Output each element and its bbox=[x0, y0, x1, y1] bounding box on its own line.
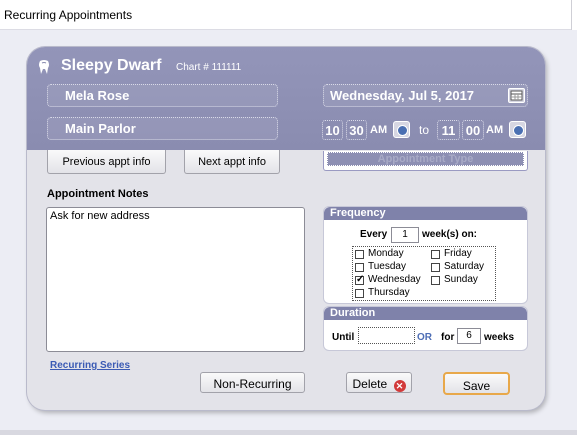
weeks-label: weeks bbox=[484, 332, 515, 343]
tuesday-label: Tuesday bbox=[368, 261, 406, 272]
appointment-type-placeholder: Appointment Type bbox=[327, 152, 524, 166]
non-recurring-label: Non-Recurring bbox=[213, 377, 292, 391]
frequency-title: Frequency bbox=[324, 207, 527, 220]
chart-number: Chart # 111111 bbox=[176, 62, 242, 73]
monday-checkbox[interactable] bbox=[355, 250, 364, 259]
save-button[interactable]: Save bbox=[443, 372, 510, 395]
every-input[interactable]: 1 bbox=[391, 227, 419, 243]
recurring-series-link[interactable]: Recurring Series bbox=[50, 360, 130, 371]
friday-checkbox[interactable] bbox=[431, 250, 440, 259]
notes-title: Appointment Notes bbox=[47, 188, 149, 200]
end-clock-icon[interactable] bbox=[509, 121, 526, 138]
weeks-on-label: week(s) on: bbox=[422, 229, 478, 240]
previous-appt-info-button[interactable]: Previous appt info bbox=[47, 150, 166, 174]
date-value: Wednesday, Jul 5, 2017 bbox=[330, 88, 475, 103]
for-weeks-input[interactable]: 6 bbox=[457, 328, 481, 344]
wednesday-checkbox[interactable] bbox=[355, 274, 364, 285]
friday-label: Friday bbox=[444, 248, 472, 259]
for-label: for bbox=[441, 332, 455, 343]
end-hour-field[interactable]: 11 bbox=[437, 120, 460, 140]
sunday-label: Sunday bbox=[444, 274, 478, 285]
or-label: OR bbox=[417, 332, 432, 343]
date-field[interactable]: Wednesday, Jul 5, 2017 bbox=[323, 84, 528, 107]
delete-x-icon: ✕ bbox=[393, 380, 406, 392]
patient-name: Sleepy Dwarf bbox=[61, 57, 162, 74]
start-minute-field[interactable]: 30 bbox=[346, 120, 367, 140]
delete-label: Delete bbox=[352, 377, 388, 391]
room-field[interactable]: Main Parlor bbox=[47, 117, 278, 140]
end-minute-field[interactable]: 00 bbox=[462, 120, 484, 140]
appointment-card: Sleepy Dwarf Chart # 111111 Mela Rose Ma… bbox=[27, 47, 545, 410]
tooth-icon bbox=[39, 60, 49, 74]
start-hour-field[interactable]: 10 bbox=[322, 120, 343, 140]
start-clock-icon[interactable] bbox=[393, 121, 410, 138]
saturday-checkbox[interactable] bbox=[431, 263, 440, 272]
room-value: Main Parlor bbox=[65, 121, 136, 136]
window-edge bbox=[571, 0, 577, 30]
notes-textarea[interactable]: Ask for new address bbox=[46, 207, 305, 352]
until-date-input[interactable] bbox=[358, 327, 415, 344]
provider-value: Mela Rose bbox=[65, 88, 130, 103]
next-appt-info-button[interactable]: Next appt info bbox=[184, 150, 280, 174]
provider-field[interactable]: Mela Rose bbox=[47, 84, 278, 107]
wednesday-label: Wednesday bbox=[368, 274, 421, 285]
appointment-type-select[interactable]: Appointment Type bbox=[323, 151, 528, 171]
duration-panel: Duration Until OR for 6 weeks bbox=[323, 306, 528, 351]
monday-label: Monday bbox=[368, 248, 404, 259]
duration-title: Duration bbox=[324, 307, 527, 320]
calendar-icon[interactable] bbox=[508, 88, 525, 103]
end-ampm[interactable]: AM bbox=[486, 124, 503, 136]
days-group: Monday Tuesday Wednesday Thursday Friday… bbox=[352, 246, 496, 301]
until-label: Until bbox=[332, 332, 355, 343]
saturday-label: Saturday bbox=[444, 261, 485, 272]
thursday-checkbox[interactable] bbox=[355, 289, 364, 298]
delete-button[interactable]: Delete ✕ bbox=[346, 372, 412, 393]
title-bar: Recurring Appointments bbox=[0, 0, 577, 30]
window-title: Recurring Appointments bbox=[4, 8, 133, 22]
thursday-label: Thursday bbox=[368, 287, 410, 298]
every-label: Every bbox=[360, 229, 388, 240]
sunday-checkbox[interactable] bbox=[431, 276, 440, 285]
non-recurring-button[interactable]: Non-Recurring bbox=[200, 372, 305, 393]
start-ampm[interactable]: AM bbox=[370, 124, 387, 136]
save-label: Save bbox=[462, 379, 491, 393]
to-label: to bbox=[419, 123, 430, 137]
frequency-panel: Frequency Every 1 week(s) on: Monday Tue… bbox=[323, 206, 528, 304]
bottom-strip bbox=[0, 430, 577, 435]
tuesday-checkbox[interactable] bbox=[355, 263, 364, 272]
